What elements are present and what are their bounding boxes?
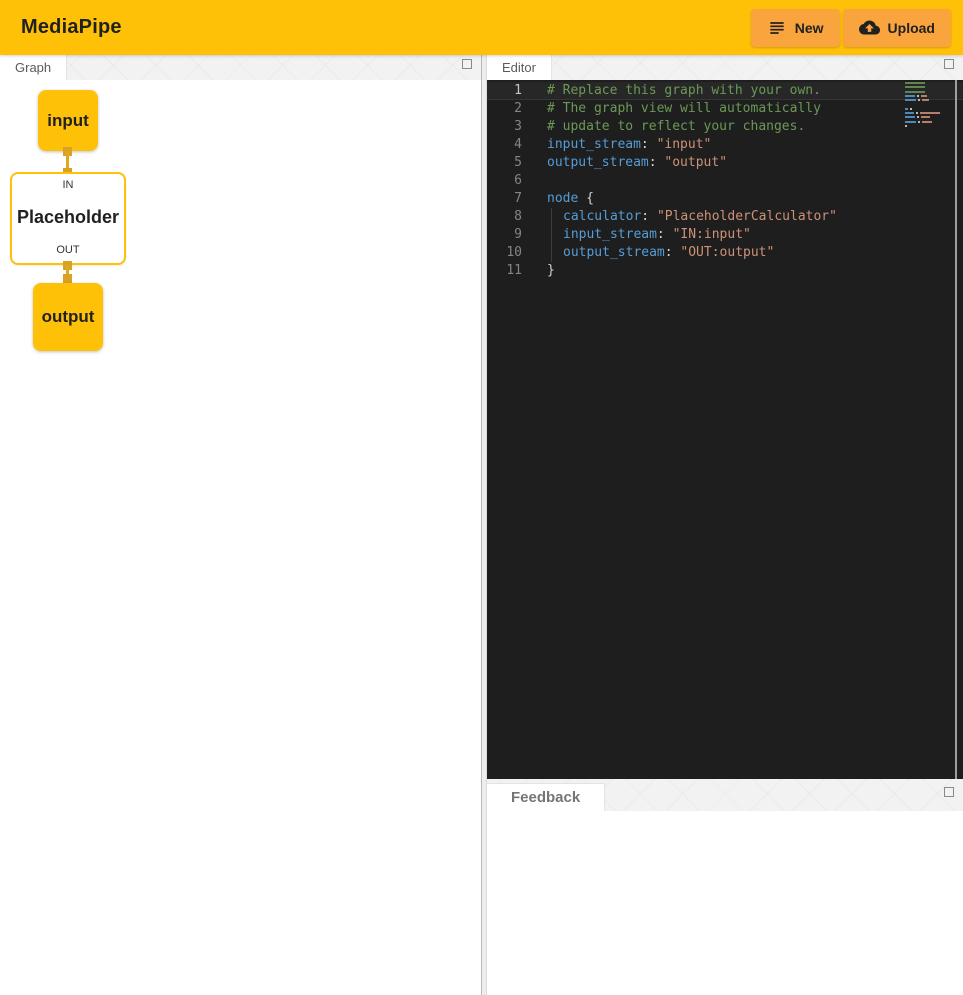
port-output-in[interactable] bbox=[63, 274, 72, 283]
editor-panel: Editor 1# Replace this graph with your o… bbox=[487, 55, 963, 779]
feedback-content bbox=[487, 811, 963, 995]
code-line-11[interactable]: 11} bbox=[487, 262, 963, 280]
editor-minimap[interactable] bbox=[905, 82, 949, 129]
new-button[interactable]: New bbox=[751, 9, 840, 47]
editor-tabbar: Editor bbox=[487, 55, 963, 80]
tab-feedback[interactable]: Feedback bbox=[487, 783, 605, 811]
line-number: 8 bbox=[487, 208, 537, 226]
placeholder-out-label: OUT bbox=[56, 244, 79, 256]
line-number: 10 bbox=[487, 244, 537, 262]
code-line-9[interactable]: 9input_stream: "IN:input" bbox=[487, 226, 963, 244]
header-buttons: New Upload bbox=[751, 9, 951, 47]
new-button-label: New bbox=[795, 20, 824, 36]
code-lines: 1# Replace this graph with your own.2# T… bbox=[487, 82, 963, 280]
placeholder-in-label: IN bbox=[63, 179, 74, 191]
main-layout: Graph input IN Placeholder OUT output bbox=[0, 55, 963, 995]
graph-node-output[interactable]: output bbox=[33, 283, 103, 351]
code-line-2[interactable]: 2# The graph view will automatically bbox=[487, 100, 963, 118]
graph-node-placeholder-label: Placeholder bbox=[17, 207, 119, 228]
line-number: 4 bbox=[487, 136, 537, 154]
app-title: MediaPipe bbox=[21, 16, 122, 39]
code-line-7[interactable]: 7node { bbox=[487, 190, 963, 208]
code-line-6[interactable]: 6 bbox=[487, 172, 963, 190]
line-number: 6 bbox=[487, 172, 537, 190]
editor-scrollbar[interactable] bbox=[955, 80, 957, 779]
code-editor[interactable]: 1# Replace this graph with your own.2# T… bbox=[487, 80, 963, 779]
graph-node-placeholder[interactable]: IN Placeholder OUT bbox=[10, 172, 126, 265]
graph-node-output-label: output bbox=[42, 307, 95, 327]
code-line-1[interactable]: 1# Replace this graph with your own. bbox=[487, 82, 963, 100]
graph-tabbar: Graph bbox=[0, 55, 481, 80]
app-header: MediaPipe New Upload bbox=[0, 0, 963, 55]
code-line-3[interactable]: 3# update to reflect your changes. bbox=[487, 118, 963, 136]
graph-node-input-label: input bbox=[47, 111, 89, 131]
line-number: 7 bbox=[487, 190, 537, 208]
feedback-maximize-icon[interactable] bbox=[944, 787, 954, 797]
feedback-tabbar: Feedback bbox=[487, 779, 963, 811]
graph-maximize-icon[interactable] bbox=[462, 59, 472, 69]
code-line-8[interactable]: 8calculator: "PlaceholderCalculator" bbox=[487, 208, 963, 226]
line-number: 5 bbox=[487, 154, 537, 172]
code-line-4[interactable]: 4input_stream: "input" bbox=[487, 136, 963, 154]
graph-canvas[interactable]: input IN Placeholder OUT output bbox=[0, 80, 481, 995]
tab-graph[interactable]: Graph bbox=[0, 55, 67, 80]
upload-button-label: Upload bbox=[888, 20, 935, 36]
code-line-5[interactable]: 5output_stream: "output" bbox=[487, 154, 963, 172]
line-number: 1 bbox=[487, 82, 537, 100]
line-number: 9 bbox=[487, 226, 537, 244]
right-column: Editor 1# Replace this graph with your o… bbox=[487, 55, 963, 995]
code-line-10[interactable]: 10output_stream: "OUT:output" bbox=[487, 244, 963, 262]
tab-editor[interactable]: Editor bbox=[487, 55, 552, 80]
line-number: 3 bbox=[487, 118, 537, 136]
graph-node-input[interactable]: input bbox=[38, 90, 98, 151]
editor-maximize-icon[interactable] bbox=[944, 59, 954, 69]
line-number: 11 bbox=[487, 262, 537, 280]
graph-panel: Graph input IN Placeholder OUT output bbox=[0, 55, 481, 995]
upload-button[interactable]: Upload bbox=[843, 9, 951, 47]
feedback-panel: Feedback bbox=[487, 779, 963, 995]
list-icon bbox=[767, 18, 787, 38]
cloud-upload-icon bbox=[859, 17, 880, 38]
line-number: 2 bbox=[487, 100, 537, 118]
